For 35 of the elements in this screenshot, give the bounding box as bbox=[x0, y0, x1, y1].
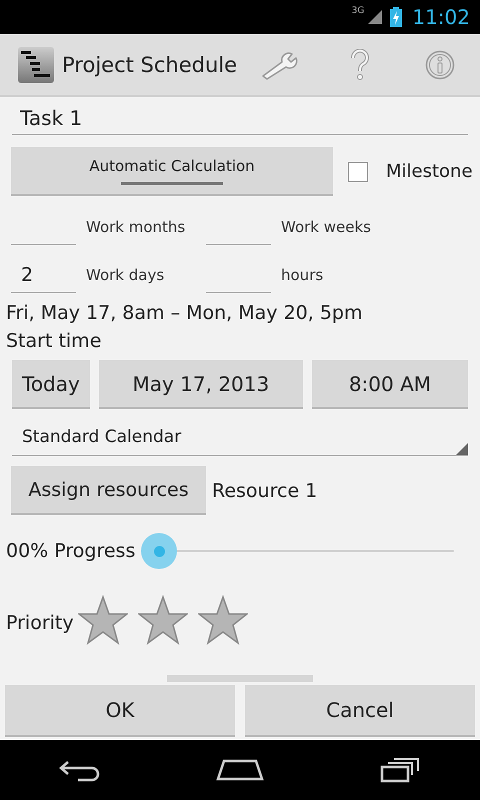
priority-rating[interactable] bbox=[78, 595, 248, 645]
assigned-resource: Resource 1 bbox=[212, 480, 318, 502]
progress-label: 00% Progress bbox=[6, 540, 136, 562]
wrench-icon bbox=[260, 50, 300, 80]
help-icon bbox=[350, 48, 370, 80]
task-name-field[interactable]: Task 1 bbox=[12, 103, 468, 135]
duration-label: Work weeks bbox=[281, 218, 371, 236]
automatic-calculation-toggle[interactable]: Automatic Calculation bbox=[11, 147, 333, 196]
signal-icon bbox=[368, 10, 382, 24]
info-icon bbox=[425, 50, 455, 80]
battery-icon bbox=[390, 7, 402, 27]
milestone-label: Milestone bbox=[386, 161, 473, 182]
date-button[interactable]: May 17, 2013 bbox=[98, 360, 303, 409]
duration-field[interactable]: 2 bbox=[11, 257, 76, 293]
priority-label: Priority bbox=[6, 612, 74, 634]
date-range-text: Fri, May 17, 8am – Mon, May 20, 5pm bbox=[6, 302, 364, 324]
cancel-button[interactable]: Cancel bbox=[245, 685, 475, 737]
assign-resources-button[interactable]: Assign resources bbox=[11, 466, 206, 515]
home-icon bbox=[216, 759, 264, 781]
back-icon bbox=[58, 758, 102, 782]
app-icon bbox=[18, 46, 54, 82]
calendar-dropdown[interactable]: Standard Calendar bbox=[12, 419, 468, 456]
duration-label: hours bbox=[281, 266, 324, 284]
recent-apps-icon bbox=[380, 757, 420, 783]
start-time-label: Start time bbox=[6, 330, 102, 352]
duration-label: Work months bbox=[86, 218, 186, 236]
milestone-checkbox[interactable] bbox=[348, 162, 368, 182]
today-button[interactable]: Today bbox=[12, 360, 90, 409]
app-title: Project Schedule bbox=[62, 52, 238, 76]
dropdown-corner-icon bbox=[456, 443, 468, 455]
network-type: 3G bbox=[352, 6, 364, 16]
ok-button[interactable]: OK bbox=[5, 685, 235, 737]
time-button[interactable]: 8:00 AM bbox=[312, 360, 468, 409]
clock: 11:02 bbox=[412, 5, 470, 29]
duration-label: Work days bbox=[86, 266, 164, 284]
